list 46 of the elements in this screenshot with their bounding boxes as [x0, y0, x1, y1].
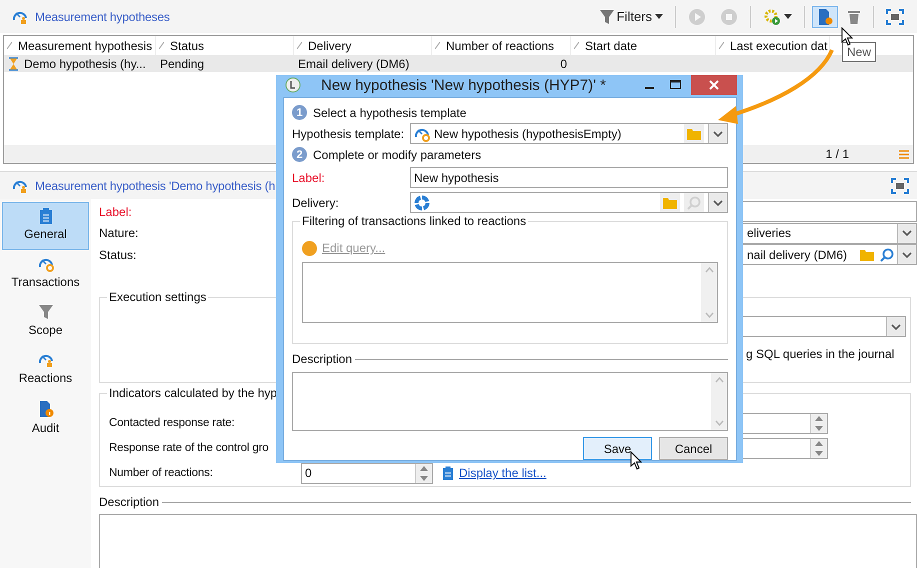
- number-field[interactable]: 0: [301, 462, 433, 484]
- group-title: Description: [292, 352, 352, 366]
- table-cell: Email delivery (DM6): [298, 56, 410, 70]
- sidebar-tab[interactable]: Scope: [2, 298, 89, 346]
- step-number: 2: [292, 147, 307, 162]
- option-text: g SQL queries in the journal: [746, 347, 894, 362]
- save-button[interactable]: Save: [583, 437, 652, 460]
- field-label: Label:: [99, 204, 133, 219]
- table-cell: Pending: [160, 56, 204, 70]
- field-label: Response rate of the control gro: [109, 442, 270, 454]
- table-cell: 0: [560, 56, 567, 70]
- display-list-link[interactable]: Display the list...: [459, 466, 546, 480]
- step-title: Select a hypothesis template: [313, 106, 466, 120]
- field-label: Status:: [99, 248, 138, 262]
- field-label: Contacted response rate:: [109, 417, 236, 430]
- template-field[interactable]: New hypothesis (hypothesisEmpty): [410, 123, 728, 144]
- field-label: Delivery:: [292, 196, 340, 210]
- panel-title: Measurement hypothesis 'Demo hypothesis (h: [35, 178, 276, 192]
- column-header[interactable]: Start date: [585, 38, 638, 52]
- step-title: Complete or modify parameters: [313, 148, 482, 162]
- dialog-title: New hypothesis 'New hypothesis (HYP7)' *: [321, 76, 608, 94]
- table-row[interactable]: Demo hypothesis (hy... Pending Email delivery (DM6) 0: [4, 55, 913, 72]
- field-label: Number of reactions:: [109, 467, 214, 480]
- sidebar-tab[interactable]: Audit: [2, 394, 89, 442]
- column-header[interactable]: Status: [170, 38, 204, 52]
- group-title: Description: [99, 495, 160, 510]
- field-label: Label:: [292, 170, 326, 184]
- sidebar-tab[interactable]: General: [2, 202, 89, 250]
- column-header[interactable]: Delivery: [308, 38, 352, 52]
- sidebar-tab[interactable]: Transactions: [2, 250, 89, 298]
- step-number: 1: [292, 105, 307, 120]
- column-header[interactable]: Last execution dat: [730, 38, 828, 52]
- sidebar-tab[interactable]: Reactions: [2, 346, 89, 394]
- group-title: Filtering of transactions linked to reactions: [300, 214, 528, 228]
- column-header[interactable]: Measurement hypothesis: [18, 38, 152, 52]
- page-counter: 1 / 1: [826, 147, 849, 161]
- column-header[interactable]: Number of reactions: [446, 38, 554, 52]
- tooltip: New: [842, 42, 876, 62]
- input-field[interactable]: New hypothesis: [410, 167, 728, 188]
- field-label: Hypothesis template:: [292, 126, 406, 140]
- filter-button[interactable]: Filters: [594, 6, 668, 28]
- cancel-button[interactable]: Cancel: [659, 437, 728, 460]
- group-title: Execution settings: [107, 290, 208, 304]
- panel-title: Measurement hypotheses: [35, 10, 170, 24]
- table-cell: Demo hypothesis (hy...: [24, 56, 146, 70]
- field-label: Nature:: [99, 226, 140, 240]
